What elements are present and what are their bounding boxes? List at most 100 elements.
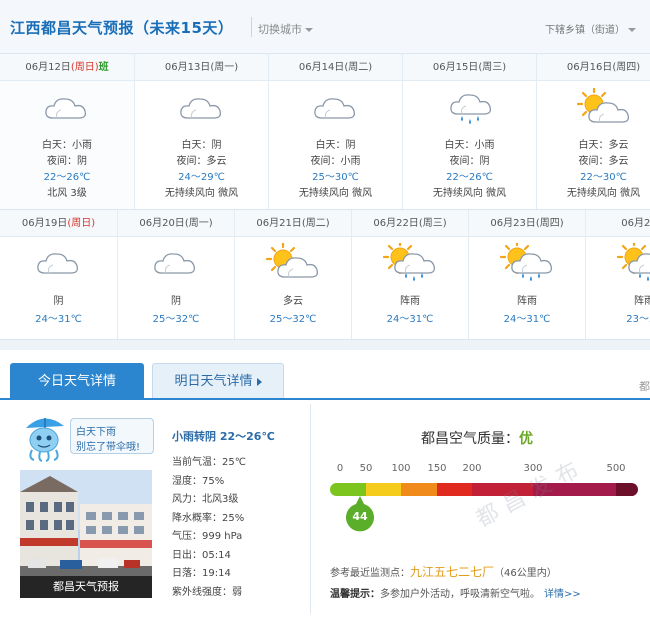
weather-condition: 阴 [53, 296, 64, 307]
forecast-header: 江西都昌天气预报（未来15天） 切换城市 下辖乡镇（街道） [0, 0, 650, 54]
wind: 无持续风向 微风 [298, 188, 373, 199]
tab-tomorrow-label: 明日天气详情 [174, 374, 253, 389]
city-photo[interactable]: 都昌天气预报 [20, 470, 152, 598]
night-weather: 夜间：多云 [176, 156, 227, 167]
day-date: 06月15日(周三) [403, 54, 536, 81]
tip-text: 多参加户外活动，呼吸清新空气啦。 [380, 589, 540, 600]
aqi-segment-moderate [366, 483, 401, 496]
tip-line-1: 白天下雨 [76, 427, 116, 438]
aqi-tick: 150 [427, 463, 447, 474]
day-card[interactable]: 06月13日(周一) 白天：阴 夜间：多云 24～29℃ 无持续风向 微风 [135, 54, 269, 209]
day-card[interactable]: 06月12日(周日)班 白天：小雨 夜间：阴 22～26℃ 北风 3级 [0, 54, 135, 209]
temperature: 25～32℃ [152, 314, 200, 325]
temperature: 25～32℃ [269, 314, 317, 325]
weather-condition: 阵雨 [634, 296, 650, 307]
day-card[interactable]: 06月24日 阵雨 23～30 [586, 210, 650, 339]
aqi-segment-light [401, 483, 437, 496]
umbrella-mascot-icon [26, 418, 64, 462]
wind: 无持续风向 微风 [432, 188, 507, 199]
aqi-tick: 500 [606, 463, 626, 474]
cloudy-icon [39, 88, 95, 128]
day-weather: 白天：小雨 [444, 140, 495, 151]
workday-badge: 班 [98, 62, 109, 73]
today-details-list: 当前气温：25℃ 湿度：75% 风力：北风3级 降水概率：25% 气压：999 … [172, 454, 246, 602]
day-date: 06月19日(周日) [0, 210, 117, 237]
town-select[interactable]: 下辖乡镇（街道） [545, 21, 636, 36]
day-date: 06月14日(周二) [269, 54, 402, 81]
day-date: 06月21日(周二) [235, 210, 351, 237]
current-temperature: 当前气温：25℃ [172, 457, 246, 468]
tab-tomorrow-detail[interactable]: 明日天气详情 [152, 363, 284, 398]
wind-force: 风力：北风3级 [172, 494, 239, 505]
town-select-label: 下辖乡镇（街道） [545, 25, 625, 36]
aqi-tick: 200 [462, 463, 482, 474]
station-name: 九江五七二七厂 [410, 565, 495, 579]
today-summary: 小雨转阴 22～26℃ [172, 430, 275, 443]
tab-today-detail[interactable]: 今日天气详情 [10, 363, 144, 400]
aqi-segment-medium [437, 483, 472, 496]
header-divider [251, 17, 252, 37]
aqi-segment-severe [533, 483, 616, 496]
shower-icon [616, 239, 650, 283]
tab-more[interactable]: 都 [639, 378, 650, 394]
day-card[interactable]: 06月19日(周日) 阴 24～31℃ [0, 210, 118, 339]
day-date: 06月22日(周三) [352, 210, 468, 237]
nearest-station: 参考最近监测点：九江五七二七厂（46公里内） [330, 563, 557, 580]
aqi-tick: 100 [391, 463, 411, 474]
day-date: 06月13日(周一) [135, 54, 268, 81]
day-date: 06月16日(周四) [537, 54, 650, 81]
day-card[interactable]: 06月14日(周二) 白天：阴 夜间：小雨 25～30℃ 无持续风向 微风 [269, 54, 403, 209]
aqi-tick: 300 [523, 463, 543, 474]
temperature: 23～30 [626, 314, 650, 325]
temperature: 24～31℃ [35, 314, 82, 325]
temperature: 24～29℃ [178, 172, 225, 183]
partly-cloudy-icon [265, 241, 321, 283]
day-card[interactable]: 06月22日(周三) 阵雨 24～31℃ [352, 210, 469, 339]
switch-city-button[interactable]: 切换城市 [258, 21, 313, 37]
aqi-segment-extreme [616, 483, 638, 496]
station-label: 参考最近监测点： [330, 568, 410, 579]
temperature: 22～26℃ [446, 172, 493, 183]
night-weather: 夜间：阴 [449, 156, 490, 167]
day-card[interactable]: 06月21日(周二) 多云 25～32℃ [235, 210, 352, 339]
photo-caption: 都昌天气预报 [20, 576, 152, 598]
precipitation-probability: 降水概率：25% [172, 512, 245, 524]
forecast-row-detailed: 06月12日(周日)班 白天：小雨 夜间：阴 22～26℃ 北风 3级 06月1… [0, 54, 650, 210]
tip-line-2: 别忘了带伞哦! [76, 442, 141, 453]
detail-divider [310, 404, 311, 614]
shower-icon [499, 239, 555, 283]
wind: 无持续风向 微风 [164, 188, 239, 199]
cloudy-icon [148, 243, 204, 283]
sunrise: 日出：05:14 [172, 549, 231, 561]
pressure: 气压：999 hPa [172, 531, 243, 542]
aqi-segment-heavy [472, 483, 533, 496]
sunset: 日落：19:14 [172, 568, 231, 579]
wind: 无持续风向 微风 [566, 188, 641, 199]
cloudy-icon [308, 88, 364, 128]
day-card[interactable]: 06月15日(周三) 白天：小雨 夜间：阴 22～26℃ 无持续风向 微风 [403, 54, 537, 209]
temperature: 22～26℃ [43, 172, 91, 183]
shower-icon [382, 239, 438, 283]
aqi-tick: 50 [359, 463, 373, 474]
cloudy-icon [31, 243, 87, 283]
day-card[interactable]: 06月23日(周四) 阵雨 24～31℃ [469, 210, 586, 339]
aqi-color-bar [330, 483, 638, 496]
weather-condition: 阵雨 [517, 296, 537, 307]
station-distance: （46公里内） [494, 568, 557, 579]
aqi-segment-good [330, 483, 366, 496]
air-quality-title: 都昌空气质量：优 [421, 431, 533, 447]
temperature: 24～31℃ [503, 314, 551, 325]
wind: 北风 3级 [47, 188, 87, 199]
day-card[interactable]: 06月16日(周四) 白天：多云 夜间：多云 22～30℃ 无持续风向 微风 [537, 54, 650, 209]
air-quality-level: 优 [519, 431, 533, 447]
air-details-link[interactable]: 详情>> [544, 589, 581, 600]
section-separator [0, 340, 650, 350]
switch-city-label: 切换城市 [258, 23, 302, 36]
forecast-row-brief: 06月19日(周日) 阴 24～31℃ 06月20日(周一) 阴 25～32℃ … [0, 210, 650, 340]
day-card[interactable]: 06月20日(周一) 阴 25～32℃ [118, 210, 235, 339]
chevron-right-icon [256, 377, 262, 386]
temperature: 25～30℃ [312, 172, 359, 183]
weather-condition: 多云 [283, 296, 303, 307]
weather-condition: 阵雨 [400, 296, 420, 307]
day-weather: 白天：多云 [578, 140, 629, 151]
